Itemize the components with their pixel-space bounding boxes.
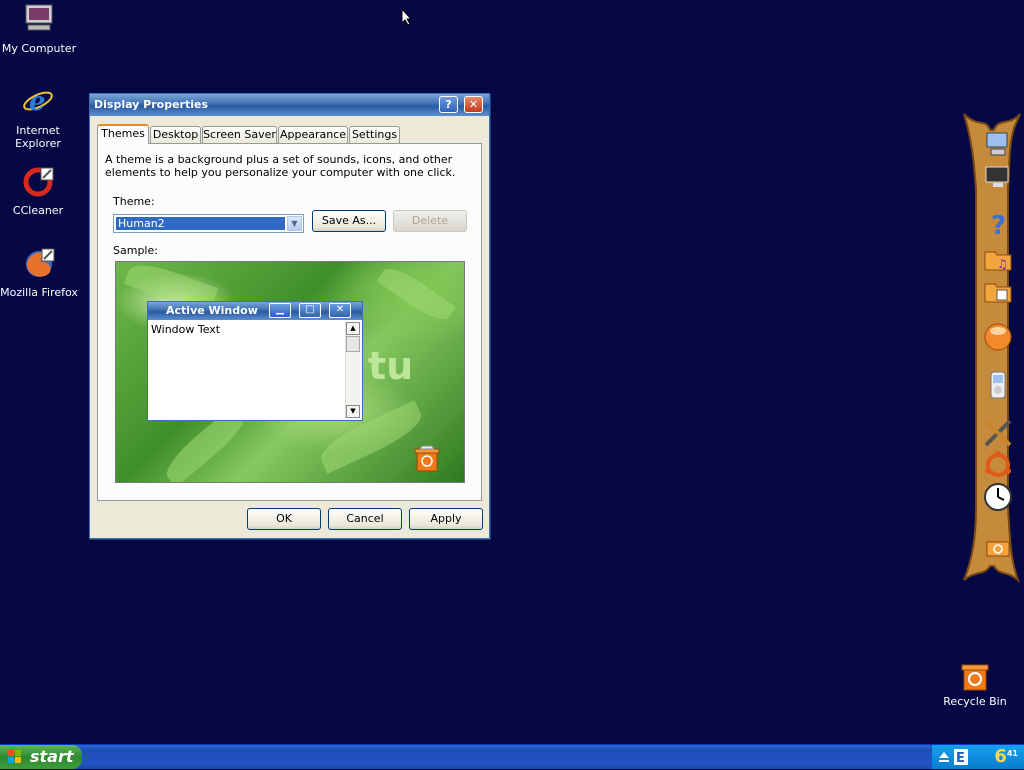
cancel-button[interactable]: Cancel <box>328 508 402 530</box>
theme-dropdown[interactable]: Human2 ▼ <box>113 214 304 233</box>
theme-label: Theme: <box>113 195 155 208</box>
music-folder-icon[interactable]: ♫ <box>983 244 1013 274</box>
mouse-cursor-icon <box>401 8 413 26</box>
tab-appearance[interactable]: Appearance <box>278 126 348 143</box>
recycle-bin-icon <box>961 664 989 691</box>
tab-themes[interactable]: Themes <box>97 124 149 144</box>
scroll-up-icon: ▲ <box>346 322 360 335</box>
windows-logo-icon <box>8 750 21 763</box>
display-monitor-icon[interactable] <box>983 162 1013 192</box>
scroll-thumb <box>346 336 360 352</box>
svg-text:e: e <box>29 87 46 117</box>
delete-button[interactable]: Delete <box>393 210 467 232</box>
icon-label: CCleaner <box>12 204 64 217</box>
maximize-icon: □ <box>299 303 321 318</box>
chevron-down-icon[interactable]: ▼ <box>287 216 302 231</box>
computer-icon <box>25 4 53 31</box>
svg-text:?: ? <box>991 211 1006 238</box>
firefox-icon <box>26 248 55 277</box>
theme-sample-preview: tu Active Window ▁ □ ✕ Window Text ▲ ▼ <box>115 261 465 483</box>
recycle-bin-icon <box>414 445 440 472</box>
clock-minute: 41 <box>1006 749 1018 758</box>
language-e-icon[interactable]: E <box>954 749 968 765</box>
sample-scrollbar: ▲ ▼ <box>345 322 360 418</box>
tab-screen-saver[interactable]: Screen Saver <box>202 126 277 143</box>
wallpaper-logo-text: tu <box>368 344 414 388</box>
theme-dropdown-value: Human2 <box>116 217 285 230</box>
icon-dock: ? ♫ <box>958 108 1024 588</box>
documents-folder-icon[interactable] <box>983 276 1013 306</box>
clock[interactable]: 641 <box>994 747 1018 770</box>
scroll-down-icon: ▼ <box>346 405 360 418</box>
desktop-icon-my-computer[interactable]: My Computer <box>0 2 79 55</box>
eject-icon[interactable] <box>938 751 950 763</box>
ok-button[interactable]: OK <box>247 508 321 530</box>
icon-label: My Computer <box>1 42 77 55</box>
recycle-icon[interactable] <box>983 532 1013 562</box>
desktop-icon-mozilla-firefox[interactable]: Mozilla Firefox <box>0 246 79 299</box>
desktop-icon-internet-explorer[interactable]: e Internet Explorer <box>0 84 78 150</box>
close-icon: ✕ <box>329 303 351 318</box>
network-computer-icon[interactable] <box>983 130 1013 160</box>
display-properties-dialog: Display Properties ? ✕ Themes Desktop Sc… <box>89 93 490 539</box>
tab-desktop[interactable]: Desktop <box>150 126 201 143</box>
svg-text:E: E <box>956 751 965 765</box>
clock-hour: 6 <box>994 746 1007 767</box>
sample-window-title-bar: Active Window ▁ □ ✕ <box>148 302 362 320</box>
system-tray: E 641 <box>931 745 1024 769</box>
ubuntu-logo-icon[interactable] <box>983 450 1013 480</box>
close-button[interactable]: ✕ <box>464 96 483 113</box>
sample-active-window: Active Window ▁ □ ✕ Window Text ▲ ▼ <box>147 301 363 421</box>
dialog-title: Display Properties <box>94 98 209 111</box>
internet-explorer-icon: e <box>23 87 53 117</box>
start-label: start <box>30 747 74 766</box>
minimize-icon: ▁ <box>269 303 291 318</box>
sample-label: Sample: <box>113 244 158 257</box>
desktop-icon-ccleaner[interactable]: CCleaner <box>0 164 78 217</box>
apply-button[interactable]: Apply <box>409 508 483 530</box>
svg-text:♫: ♫ <box>997 257 1008 271</box>
sample-window-text: Window Text <box>151 323 221 336</box>
sample-window-title: Active Window <box>166 304 258 317</box>
leaf-shape <box>376 262 456 327</box>
theme-description: A theme is a background plus a set of so… <box>105 153 456 179</box>
icon-label: Mozilla Firefox <box>0 286 78 299</box>
tab-settings[interactable]: Settings <box>349 126 400 143</box>
ccleaner-icon <box>23 167 54 197</box>
help-button[interactable]: ? <box>439 96 458 113</box>
icon-label: Internet Explorer <box>15 124 61 150</box>
start-button[interactable]: start <box>0 745 82 769</box>
help-icon[interactable]: ? <box>983 208 1013 241</box>
browser-orb-icon[interactable] <box>983 322 1013 352</box>
icon-label: Recycle Bin <box>943 695 1007 708</box>
ipod-icon[interactable] <box>983 370 1013 400</box>
save-as-button[interactable]: Save As... <box>312 210 386 232</box>
desktop-icon-recycle-bin[interactable]: Recycle Bin <box>940 660 1010 708</box>
clock-icon[interactable] <box>983 482 1013 512</box>
tools-icon[interactable] <box>983 418 1013 448</box>
taskbar: start E 641 <box>0 744 1024 769</box>
dialog-title-bar[interactable]: Display Properties ? ✕ <box>90 94 489 116</box>
